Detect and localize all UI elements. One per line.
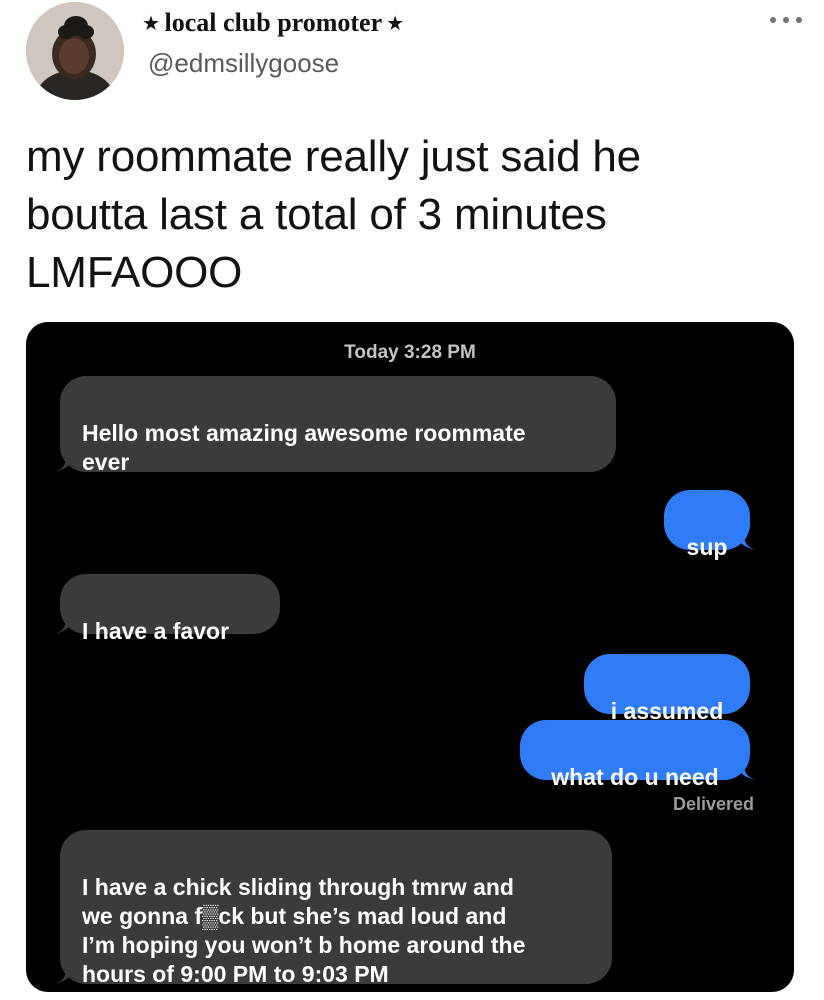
more-options-button[interactable] (766, 8, 806, 32)
message-text: I have a chick sliding through tmrw and … (82, 874, 526, 987)
received-message-bubble: Hello most amazing awesome roommate ever (53, 376, 616, 475)
received-message-bubble: I have a chick sliding through tmrw and … (53, 830, 612, 987)
more-dot (770, 17, 776, 23)
user-handle[interactable]: @edmsillygoose (148, 48, 339, 78)
more-dot (783, 17, 789, 23)
more-dot (796, 17, 802, 23)
bubble-tail-icon (53, 962, 75, 984)
avatar[interactable] (26, 2, 124, 100)
message-text: sup (686, 534, 728, 560)
bubble-tail-icon (53, 612, 75, 634)
bubble-tail-icon (735, 758, 757, 780)
message-text: I have a favor (82, 618, 230, 644)
message-text: Hello most amazing awesome roommate ever (82, 420, 526, 475)
message-text: what do u need (551, 764, 719, 790)
delivered-status: Delivered (672, 794, 754, 814)
display-name[interactable]: ⭒ local club promoter ⭒ (144, 8, 402, 38)
sent-message-bubble: what do u need (520, 720, 757, 790)
sent-message-bubble: i assumed (584, 654, 750, 724)
received-message-bubble: I have a favor (53, 574, 280, 644)
tweet-text: my roommate really just said he boutta l… (26, 132, 641, 297)
bubble-tail-icon (735, 528, 757, 550)
attached-screenshot[interactable]: Today 3:28 PM Hello most amazing awesome… (26, 322, 794, 992)
profile-avatar-image (26, 2, 124, 100)
bubble-tail-icon (53, 450, 75, 472)
message-timestamp: Today 3:28 PM (344, 342, 476, 363)
sent-message-bubble: sup (664, 490, 757, 560)
